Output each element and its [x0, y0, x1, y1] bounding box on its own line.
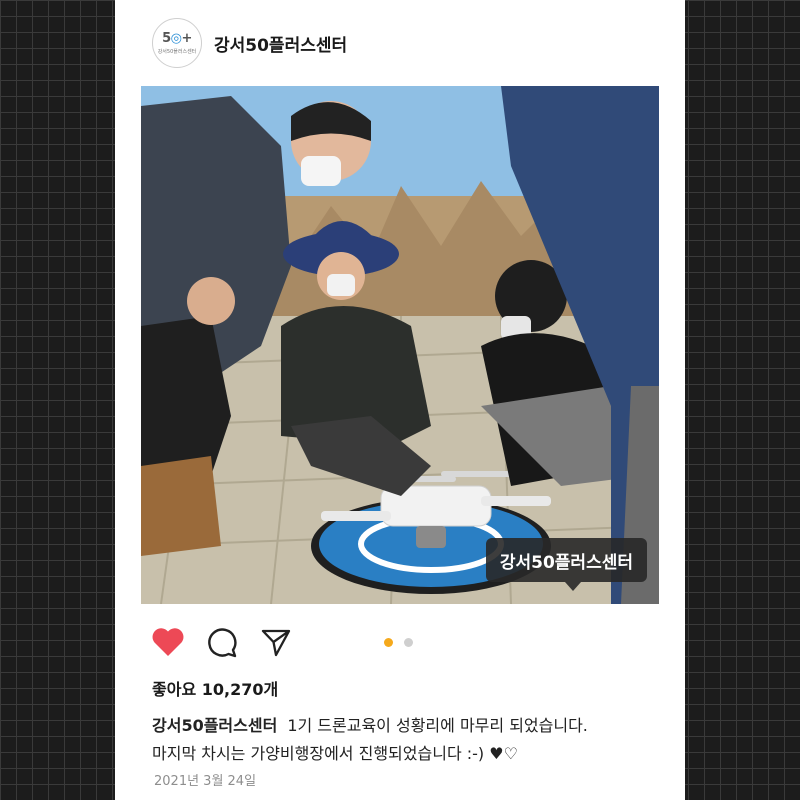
carousel-dots [384, 638, 413, 647]
likes-count[interactable]: 좋아요 10,270개 [152, 676, 278, 700]
account-name[interactable]: 강서50플러스센터 [214, 31, 347, 56]
avatar-logo-text: 5◎+ [162, 31, 192, 46]
instagram-post-card: 5◎+ 강서50플러스센터 강서50플러스센터 강서50플러스센터 좋아요 10… [115, 0, 685, 800]
avatar[interactable]: 5◎+ 강서50플러스센터 [152, 18, 202, 68]
caption-line1: 1기 드론교육이 성황리에 마무리 되었습니다. [287, 716, 588, 735]
post-photo[interactable]: 강서50플러스센터 [141, 86, 659, 604]
post-date: 2021년 3월 24일 [154, 774, 257, 789]
comment-icon[interactable] [205, 625, 239, 659]
caption-line2: 마지막 차시는 가양비행장에서 진행되었습니다 :-) ♥♡ [152, 744, 518, 763]
post-actions [151, 624, 293, 660]
carousel-dot-active[interactable] [384, 638, 393, 647]
share-send-icon[interactable] [259, 625, 293, 659]
post-caption: 강서50플러스센터 1기 드론교육이 성황리에 마무리 되었습니다. 마지막 차시… [152, 712, 672, 768]
post-header: 5◎+ 강서50플러스센터 강서50플러스센터 [152, 18, 347, 68]
carousel-dot[interactable] [404, 638, 413, 647]
like-heart-icon[interactable] [151, 625, 185, 659]
caption-username[interactable]: 강서50플러스센터 [152, 716, 277, 735]
photo-illustration [141, 86, 659, 604]
avatar-logo-subtext: 강서50플러스센터 [157, 49, 197, 55]
photo-tag[interactable]: 강서50플러스센터 [485, 538, 647, 582]
photo-tag-pointer [565, 582, 581, 591]
